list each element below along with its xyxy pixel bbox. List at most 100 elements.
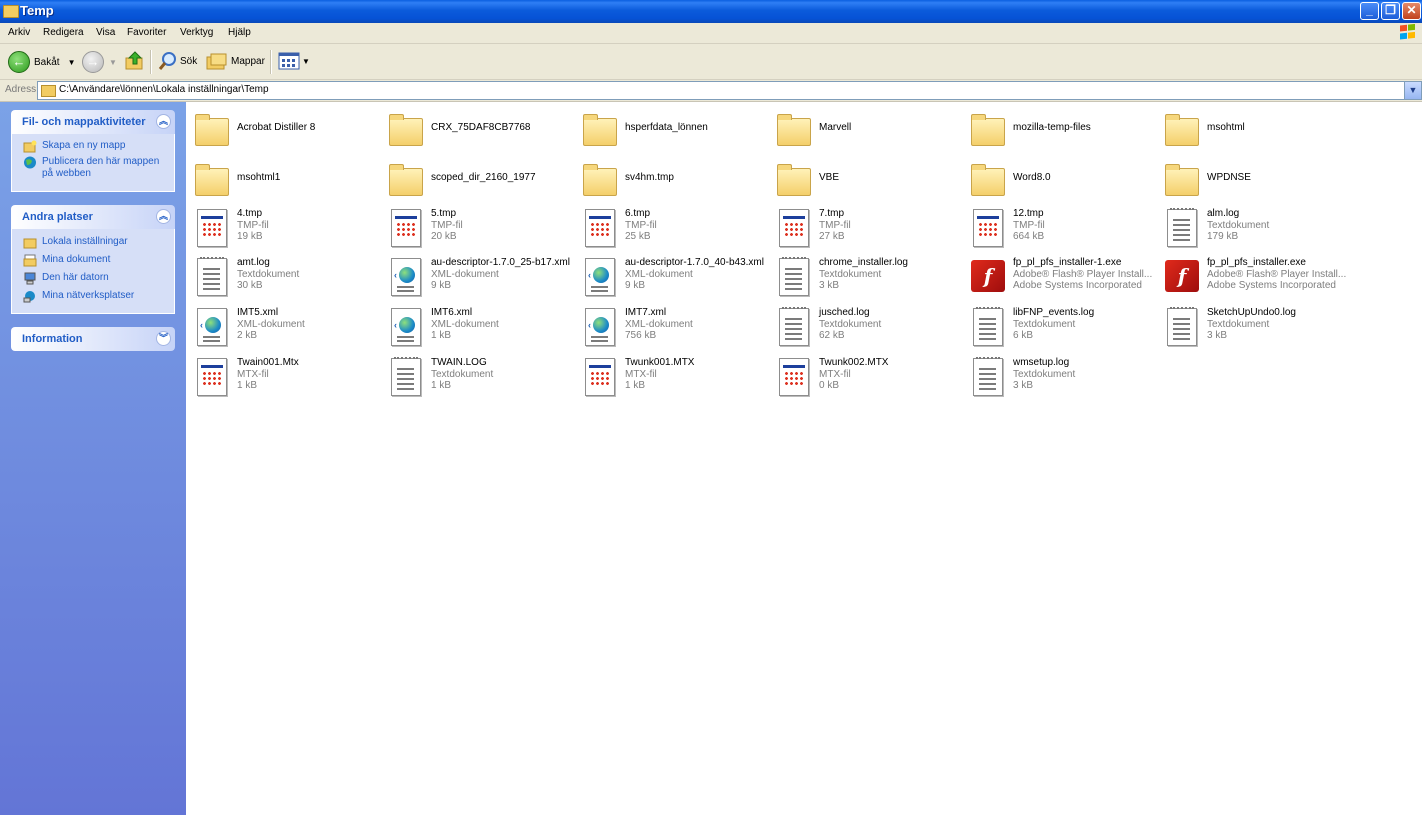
back-button[interactable]: ← Bakåt ▼ — [8, 51, 76, 73]
file-item[interactable]: alm.log Textdokument 179 kB — [1157, 203, 1347, 249]
folder-item[interactable]: Marvell — [769, 104, 959, 150]
folder-item[interactable]: Word8.0 — [963, 154, 1153, 200]
file-item[interactable]: wmsetup.log Textdokument 3 kB — [963, 352, 1153, 398]
info-panel-title: Information — [22, 333, 83, 345]
file-size: 27 kB — [819, 231, 845, 242]
place-local-settings[interactable]: Lokala inställningar — [12, 236, 174, 254]
menu-verktyg[interactable]: Verktyg — [180, 27, 213, 38]
file-size: 3 kB — [1207, 330, 1228, 341]
menu-visa[interactable]: Visa — [96, 27, 115, 38]
file-item[interactable]: ‹ au-descriptor-1.7.0_40-b43.xml XML-dokum… — [575, 252, 765, 298]
forward-dropdown-icon[interactable]: ▼ — [109, 58, 117, 67]
file-item[interactable]: 7.tmp TMP-fil 27 kB — [769, 203, 959, 249]
folder-item[interactable]: hsperfdata_lönnen — [575, 104, 765, 150]
file-type: XML-dokument — [237, 319, 305, 330]
collapse-icon[interactable]: ︽ — [156, 209, 171, 224]
places-panel-header[interactable]: Andra platser ︽ — [11, 205, 175, 229]
menu-favoriter[interactable]: Favoriter — [127, 27, 166, 38]
place-network[interactable]: Mina nätverksplatser — [12, 290, 174, 308]
search-button[interactable]: Sök — [158, 51, 197, 71]
folder-item[interactable]: mozilla-temp-files — [963, 104, 1153, 150]
file-item[interactable]: Twunk002.MTX MTX-fil 0 kB — [769, 352, 959, 398]
file-name: fp_pl_pfs_installer-1.exe — [1013, 257, 1122, 268]
file-size: 9 kB — [625, 280, 646, 291]
info-panel-header[interactable]: Information ︾ — [11, 327, 175, 351]
file-item[interactable]: chrome_installer.log Textdokument 3 kB — [769, 252, 959, 298]
tasks-panel-header[interactable]: Fil- och mappaktiviteter ︽ — [11, 110, 175, 134]
file-item[interactable]: f fp_pl_pfs_installer.exe Adobe® Flash® Pl… — [1157, 252, 1347, 298]
text-document-icon — [775, 257, 811, 296]
file-item[interactable]: jusched.log Textdokument 62 kB — [769, 302, 959, 348]
menu-redigera[interactable]: Redigera — [43, 27, 84, 38]
expand-icon[interactable]: ︾ — [156, 331, 171, 346]
menu-hjalp[interactable]: Hjälp — [228, 27, 251, 38]
toolbar-separator — [270, 50, 272, 74]
file-name: Twunk001.MTX — [625, 357, 695, 368]
file-item[interactable]: 6.tmp TMP-fil 25 kB — [575, 203, 765, 249]
file-item[interactable]: TWAIN.LOG Textdokument 1 kB — [381, 352, 571, 398]
file-name: 5.tmp — [431, 208, 457, 219]
publish-web-link-line2[interactable]: på webben — [12, 168, 174, 184]
file-size: 9 kB — [431, 280, 452, 291]
file-name: Word8.0 — [1013, 172, 1051, 183]
menu-arkiv[interactable]: Arkiv — [8, 27, 30, 38]
flash-installer-icon: f — [1163, 258, 1199, 294]
views-dropdown-icon[interactable]: ▼ — [302, 57, 310, 66]
close-button[interactable]: ✕ — [1402, 2, 1421, 20]
file-type: TMP-fil — [625, 220, 657, 231]
collapse-icon[interactable]: ︽ — [156, 114, 171, 129]
file-name: libFNP_events.log — [1013, 307, 1095, 318]
folder-item[interactable]: Acrobat Distiller 8 — [187, 104, 377, 150]
new-folder-link[interactable]: Skapa en ny mapp — [12, 140, 174, 156]
title-bar[interactable]: Temp _ ❐ ✕ — [0, 0, 1422, 23]
up-folder-button[interactable] — [125, 51, 145, 71]
toolbar-separator — [150, 50, 152, 74]
folder-item[interactable]: scoped_dir_2160_1977 — [381, 154, 571, 200]
back-dropdown-icon[interactable]: ▼ — [68, 58, 76, 67]
maximize-button[interactable]: ❐ — [1381, 2, 1400, 20]
file-list: Acrobat Distiller 8 CRX_75DAF8CB7768 hsper… — [187, 102, 1422, 815]
address-dropdown-icon[interactable]: ▼ — [1404, 82, 1421, 99]
file-name: 7.tmp — [819, 208, 845, 219]
file-item[interactable]: f fp_pl_pfs_installer-1.exe Adobe® Flash® … — [963, 252, 1153, 298]
folder-item[interactable]: VBE — [769, 154, 959, 200]
place-label: Lokala inställningar — [42, 236, 128, 247]
address-input[interactable]: C:\Användare\lönnen\Lokala inställningar… — [37, 81, 1422, 100]
file-item[interactable]: ‹ IMT6.xml XML-dokument 1 kB — [381, 302, 571, 348]
folder-item[interactable]: sv4hm.tmp — [575, 154, 765, 200]
file-item[interactable]: 4.tmp TMP-fil 19 kB — [187, 203, 377, 249]
text-document-icon — [387, 357, 423, 396]
folder-icon — [1163, 110, 1199, 146]
file-item[interactable]: SketchUpUndo0.log Textdokument 3 kB — [1157, 302, 1347, 348]
views-button[interactable]: ▼ — [278, 51, 310, 71]
folder-item[interactable]: msohtml — [1157, 104, 1347, 150]
file-item[interactable]: Twunk001.MTX MTX-fil 1 kB — [575, 352, 765, 398]
tasks-panel: Fil- och mappaktiviteter ︽ Skapa en ny m… — [11, 110, 175, 192]
file-type: TMP-fil — [819, 220, 851, 231]
file-item[interactable]: ‹ IMT5.xml XML-dokument 2 kB — [187, 302, 377, 348]
file-name: 12.tmp — [1013, 208, 1044, 219]
file-size: 1 kB — [625, 380, 646, 391]
file-item[interactable]: libFNP_events.log Textdokument 6 kB — [963, 302, 1153, 348]
file-item[interactable]: 12.tmp TMP-fil 664 kB — [963, 203, 1153, 249]
file-item[interactable]: amt.log Textdokument 30 kB — [187, 252, 377, 298]
forward-button[interactable]: → ▼ — [82, 51, 117, 73]
publish-web-label-2: på webben — [42, 168, 91, 179]
minimize-button[interactable]: _ — [1360, 2, 1379, 20]
folder-item[interactable]: WPDNSE — [1157, 154, 1347, 200]
folder-icon — [581, 110, 617, 146]
file-item[interactable]: ‹ IMT7.xml XML-dokument 756 kB — [575, 302, 765, 348]
folder-item[interactable]: msohtml1 — [187, 154, 377, 200]
file-type: Textdokument — [1207, 319, 1270, 330]
file-type: Textdokument — [819, 319, 882, 330]
folder-item[interactable]: CRX_75DAF8CB7768 — [381, 104, 571, 150]
file-item[interactable]: Twain001.Mtx MTX-fil 1 kB — [187, 352, 377, 398]
place-my-computer[interactable]: Den här datorn — [12, 272, 174, 290]
file-item[interactable]: ‹ au-descriptor-1.7.0_25-b17.xml XML-dokum… — [381, 252, 571, 298]
folder-icon — [193, 110, 229, 146]
place-my-documents[interactable]: Mina dokument — [12, 254, 174, 272]
folder-icon — [3, 5, 19, 18]
folders-button[interactable]: Mappar — [206, 51, 265, 71]
file-item[interactable]: 5.tmp TMP-fil 20 kB — [381, 203, 571, 249]
publish-web-link[interactable]: Publicera den här mappen — [12, 156, 174, 169]
